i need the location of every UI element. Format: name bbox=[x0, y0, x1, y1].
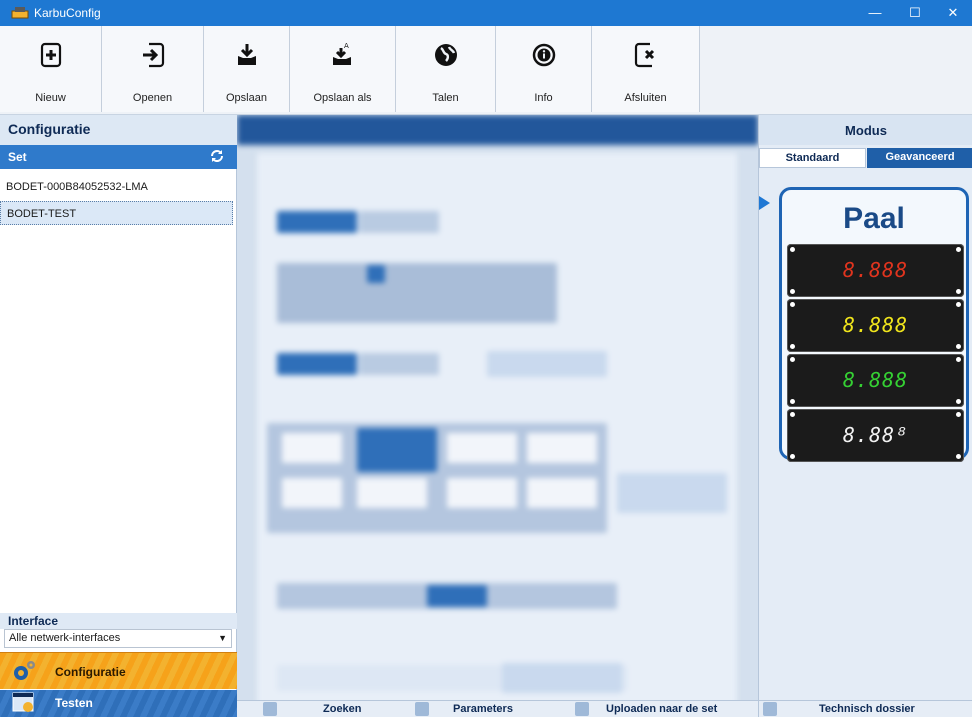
interface-select[interactable]: Alle netwerk-interfaces ▼ bbox=[4, 629, 232, 648]
nav-testing[interactable]: Testen bbox=[0, 690, 237, 717]
display-digits: 8.888 bbox=[842, 368, 909, 392]
languages-label: Talen bbox=[432, 92, 459, 104]
title-bar: KarbuConfig — ☐ ✕ bbox=[0, 0, 972, 26]
exit-icon bbox=[634, 42, 654, 68]
set-header: Set bbox=[0, 145, 237, 169]
info-button[interactable]: Info bbox=[496, 26, 592, 112]
app-logo-icon bbox=[11, 7, 29, 19]
search-icon bbox=[263, 702, 277, 716]
mode-standard-tab[interactable]: Standaard bbox=[759, 148, 866, 168]
open-button[interactable]: Openen bbox=[102, 26, 204, 112]
exit-label: Afsluiten bbox=[624, 92, 667, 104]
save-as-label: Opslaan als bbox=[313, 92, 372, 104]
upload-label: Uploaden naar de set bbox=[606, 703, 718, 715]
upload-button[interactable]: Uploaden naar de set bbox=[575, 701, 745, 717]
open-label: Openen bbox=[132, 92, 173, 104]
new-label: Nieuw bbox=[35, 92, 66, 104]
languages-button[interactable]: Talen bbox=[396, 26, 496, 112]
display-digits: 8.888 bbox=[842, 258, 909, 282]
new-button[interactable]: Nieuw bbox=[0, 26, 102, 112]
nav-configuration[interactable]: Configuratie bbox=[0, 652, 237, 689]
form-header-bar bbox=[237, 115, 758, 145]
configuration-header: Configuratie bbox=[0, 115, 237, 145]
test-window-icon bbox=[12, 692, 34, 712]
parameters-label: Parameters bbox=[453, 703, 513, 715]
mode-panel: Modus Standaard Geavanceerd Paal 8.888 8… bbox=[758, 115, 972, 717]
globe-icon bbox=[434, 44, 457, 66]
price-display-3[interactable]: 8.888 bbox=[787, 354, 964, 407]
save-as-button[interactable]: A Opslaan als bbox=[290, 26, 396, 112]
form-footer: Zoeken Parameters Uploaden naar de set bbox=[237, 700, 758, 717]
set-item-selected[interactable]: BODET-TEST bbox=[0, 201, 233, 225]
svg-text:A: A bbox=[344, 42, 349, 50]
save-button[interactable]: Opslaan bbox=[204, 26, 290, 112]
document-list-icon bbox=[763, 702, 777, 716]
paal-preview[interactable]: Paal 8.888 8.888 8.888 8.88⁸ bbox=[779, 187, 969, 462]
save-as-icon: A bbox=[332, 42, 351, 65]
parameters-button[interactable]: Parameters bbox=[415, 701, 555, 717]
nav-configuration-label: Configuratie bbox=[55, 665, 126, 679]
left-panel: Configuratie Set BODET-000B84052532-LMA … bbox=[0, 115, 237, 717]
technical-dossier-label: Technisch dossier bbox=[819, 703, 915, 715]
configuration-form-area: Zoeken Parameters Uploaden naar de set bbox=[237, 115, 758, 717]
maximize-button[interactable]: ☐ bbox=[896, 0, 934, 26]
toolbar: Nieuw Openen Opslaan A Opslaan als Talen bbox=[0, 26, 972, 115]
window-title: KarbuConfig bbox=[34, 6, 101, 20]
close-window-button[interactable]: ✕ bbox=[934, 0, 972, 26]
refresh-icon[interactable] bbox=[209, 148, 225, 164]
save-icon bbox=[237, 44, 256, 65]
paal-label: Paal bbox=[843, 202, 905, 235]
technical-dossier-button[interactable]: Technisch dossier bbox=[759, 700, 972, 717]
form-body bbox=[257, 153, 737, 708]
info-icon bbox=[532, 43, 555, 67]
save-label: Opslaan bbox=[226, 92, 267, 104]
sliders-icon bbox=[415, 702, 429, 716]
open-icon bbox=[142, 42, 164, 68]
set-item[interactable]: BODET-000B84052532-LMA bbox=[0, 175, 233, 199]
exit-button[interactable]: Afsluiten bbox=[592, 26, 700, 112]
gear-icon bbox=[14, 661, 35, 680]
interface-label: Interface bbox=[0, 613, 237, 629]
mode-header: Modus bbox=[759, 115, 972, 145]
nav-testing-label: Testen bbox=[55, 696, 93, 710]
display-digits: 8.888 bbox=[842, 313, 909, 337]
search-button[interactable]: Zoeken bbox=[263, 701, 383, 717]
price-display-2[interactable]: 8.888 bbox=[787, 299, 964, 352]
minimize-button[interactable]: — bbox=[856, 0, 894, 26]
price-display-1[interactable]: 8.888 bbox=[787, 244, 964, 297]
pointer-arrow-icon bbox=[759, 196, 770, 210]
blurred-content bbox=[237, 115, 758, 717]
set-label: Set bbox=[8, 150, 27, 164]
interface-value: Alle netwerk-interfaces bbox=[9, 632, 121, 644]
mode-advanced-tab[interactable]: Geavanceerd bbox=[867, 148, 972, 168]
new-icon bbox=[40, 42, 61, 68]
upload-icon bbox=[575, 702, 589, 716]
info-label: Info bbox=[534, 92, 553, 104]
dropdown-arrow-icon: ▼ bbox=[218, 633, 227, 643]
display-digits: 8.88⁸ bbox=[842, 423, 909, 447]
search-label: Zoeken bbox=[323, 703, 362, 715]
price-display-4[interactable]: 8.88⁸ bbox=[787, 409, 964, 462]
